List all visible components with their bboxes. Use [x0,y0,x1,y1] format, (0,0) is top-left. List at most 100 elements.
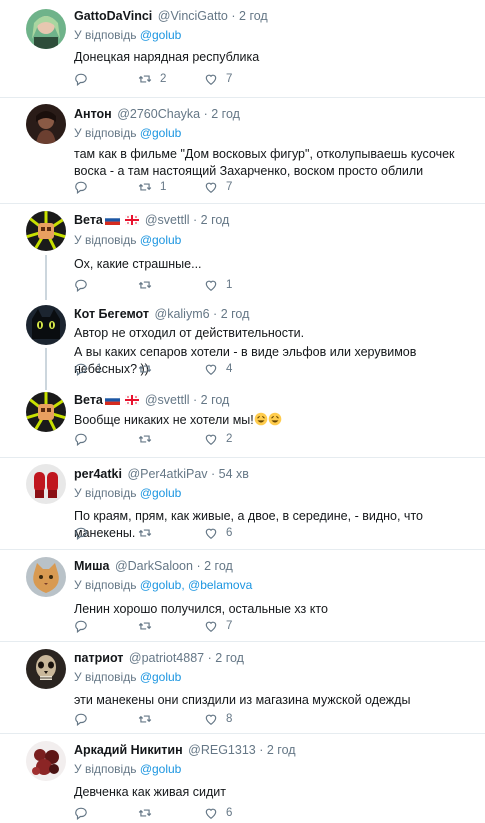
tweet[interactable]: Вета @svettll · 2 год У відповідь @golub… [0,204,485,298]
retweet-count: 1 [160,181,167,193]
mention-link[interactable]: @belamova [188,578,252,592]
author-handle[interactable]: @svettll [145,213,190,227]
like-button[interactable]: 6 [204,806,232,820]
retweet-button[interactable] [138,432,160,446]
avatar[interactable] [26,9,66,49]
avatar[interactable] [26,104,66,144]
reply-icon [74,619,88,633]
author-name[interactable]: Антон [74,107,112,121]
mention-link[interactable]: @golub [140,486,182,500]
avatar[interactable] [26,741,66,781]
reply-prefix: У відповідь [74,670,137,684]
retweet-button[interactable] [138,278,160,292]
author-name[interactable]: Вета [74,213,103,227]
reply-button[interactable] [74,712,96,726]
reply-button[interactable] [74,278,96,292]
retweet-button[interactable] [138,806,160,820]
author-handle[interactable]: @svettll [145,393,190,407]
retweet-icon [138,278,152,292]
reply-button[interactable] [74,432,96,446]
retweet-icon [138,362,152,376]
like-button[interactable]: 2 [204,432,232,446]
timestamp[interactable]: 54 хв [219,467,249,481]
author-handle[interactable]: @DarkSaloon [115,559,193,573]
timestamp[interactable]: 2 год [221,307,250,321]
separator-dot: · [196,559,201,573]
avatar[interactable] [26,392,66,432]
reply-button[interactable] [74,526,96,540]
retweet-button[interactable]: 1 [138,180,166,194]
georgia-flag-icon [125,213,140,230]
like-button[interactable]: 4 [204,362,232,376]
heart-icon [204,526,218,540]
tweet-text: Вообще никаких не хотели мы! [74,413,254,427]
author-name[interactable]: per4atki [74,467,122,481]
author-handle[interactable]: @Per4atkiPav [127,467,207,481]
reply-button[interactable] [74,72,96,86]
timestamp[interactable]: 2 год [201,393,230,407]
tweet[interactable]: Миша @DarkSaloon · 2 год У відповідь @go… [0,550,485,642]
separator-dot: · [231,9,236,23]
like-button[interactable]: 7 [204,180,232,194]
avatar[interactable] [26,649,66,689]
reply-button[interactable]: 1 [74,362,102,376]
author-name[interactable]: патриот [74,651,123,665]
retweet-icon [138,806,152,820]
author-handle[interactable]: @2760Chayka [117,107,200,121]
like-count: 6 [226,807,233,819]
author-handle[interactable]: @VinciGatto [158,9,228,23]
tweet[interactable]: Антон @2760Chayka · 2 год У відповідь @g… [0,98,485,204]
author-handle[interactable]: @REG1313 [188,743,256,757]
author-name[interactable]: Миша [74,559,109,573]
timestamp[interactable]: 2 год [201,213,230,227]
retweet-icon [138,619,152,633]
mention-link[interactable]: @golub [140,762,182,776]
retweet-button[interactable]: 2 [138,72,166,86]
like-button[interactable]: 6 [204,526,232,540]
author-handle[interactable]: @kaliym6 [155,307,210,321]
timestamp[interactable]: 2 год [215,651,244,665]
reply-button[interactable] [74,806,96,820]
tweet[interactable]: Кот Бегемот @kaliym6 · 2 год Автор не от… [0,298,485,390]
retweet-button[interactable] [138,362,160,376]
like-button[interactable]: 7 [204,619,232,633]
like-count: 4 [226,363,233,375]
mention-link[interactable]: @golub [140,233,182,247]
author-name[interactable]: GattoDaVinci [74,9,152,23]
author-name[interactable]: Вета [74,393,103,407]
reply-context: У відповідь @golub [74,669,475,685]
retweet-button[interactable] [138,526,160,540]
tweet[interactable]: per4atki @Per4atkiPav · 54 хв У відповід… [0,458,485,550]
tweet[interactable]: GattoDaVinci @VinciGatto · 2 год У відпо… [0,0,485,98]
mention-link[interactable]: @golub [140,28,182,42]
reply-prefix: У відповідь [74,28,137,42]
mention-link[interactable]: @golub [140,126,182,140]
tweet[interactable]: патриот @patriot4887 · 2 год У відповідь… [0,642,485,734]
timestamp[interactable]: 2 год [267,743,296,757]
like-button[interactable]: 7 [204,72,232,86]
tweet[interactable]: Вета @svettll · 2 год Вообще никаких не … [0,390,485,458]
avatar[interactable] [26,211,66,251]
avatar[interactable] [26,305,66,345]
author-handle[interactable]: @patriot4887 [129,651,204,665]
retweet-button[interactable] [138,619,160,633]
reply-button[interactable] [74,619,96,633]
reply-button[interactable] [74,180,96,194]
author-name[interactable]: Кот Бегемот [74,307,149,321]
tweet[interactable]: Аркадий Никитин @REG1313 · 2 год У відпо… [0,734,485,823]
mention-link[interactable]: @golub [140,670,182,684]
avatar[interactable] [26,557,66,597]
timestamp[interactable]: 2 год [211,107,240,121]
retweet-button[interactable] [138,712,160,726]
avatar[interactable] [26,464,66,504]
like-button[interactable]: 8 [204,712,232,726]
like-button[interactable]: 1 [204,278,232,292]
reply-icon [74,278,88,292]
separator-dot: · [207,651,212,665]
reply-context: У відповідь @golub [74,27,475,43]
author-name[interactable]: Аркадий Никитин [74,743,183,757]
timestamp[interactable]: 2 год [239,9,268,23]
timestamp[interactable]: 2 год [204,559,233,573]
mention-link[interactable]: @golub [140,578,182,592]
reply-icon [74,72,88,86]
